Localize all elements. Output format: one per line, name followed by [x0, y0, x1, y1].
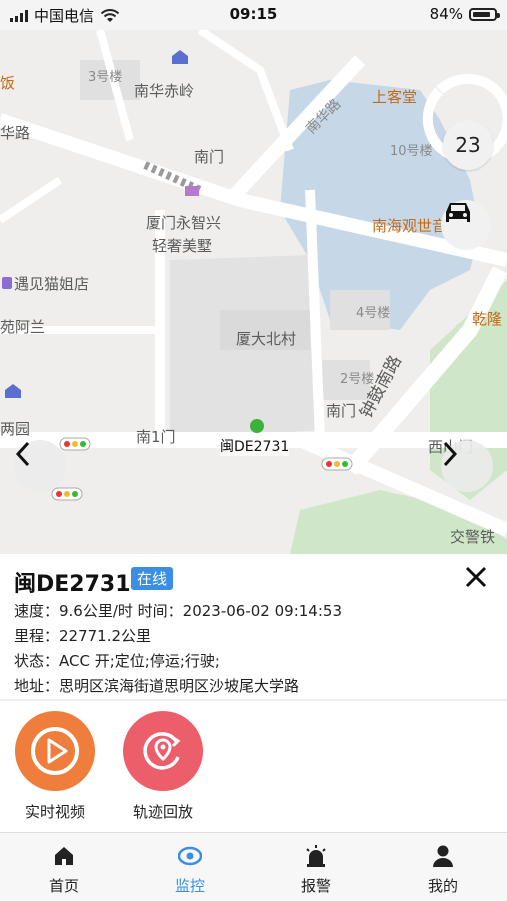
vehicle-plate-title: 闽DE2731 — [14, 572, 131, 597]
prev-vehicle-button[interactable] — [14, 440, 66, 492]
close-icon[interactable] — [463, 564, 489, 590]
tab-home[interactable]: 首页 — [14, 843, 114, 896]
tab-monitor[interactable]: 监控 — [140, 843, 240, 896]
zoom-level-badge[interactable]: 23 — [443, 120, 493, 170]
status-bar: 中国电信 09:15 84% — [0, 0, 507, 30]
mileage-line: 里程：22771.2公里 — [14, 627, 152, 645]
map-label-fan: 饭 — [0, 74, 16, 92]
realtime-video-label: 实时视频 — [24, 803, 85, 821]
map-label-building-4: 4号楼 — [356, 306, 391, 321]
status-badge: 在线 — [131, 567, 174, 590]
vehicle-info-panel: 闽DE2731 在线 速度：9.6公里/时 时间：2023-06-02 09:1… — [0, 554, 507, 699]
map-label-yujian-maojie: 遇见猫姐店 — [14, 275, 90, 293]
vehicle-plate-label: 闽DE2731 — [220, 436, 290, 456]
home-icon — [55, 847, 73, 865]
map-view[interactable]: 饭 3号楼 南华赤岭 上客堂 华路 南华路 南门 10号楼 厦门永智兴 轻奢美墅 南海观世音菩萨 遇见… — [0, 30, 507, 554]
state-line: 状态：ACC 开;定位;停运;行驶; — [14, 652, 220, 670]
next-vehicle-button[interactable] — [441, 440, 493, 492]
map-label-yuanalan: 苑阿兰 — [0, 318, 46, 336]
track-playback-button[interactable]: 轨迹回放 — [113, 711, 213, 822]
tab-mine[interactable]: 我的 — [393, 843, 493, 896]
realtime-video-button[interactable]: 实时视频 — [5, 711, 105, 822]
map-label-xiamen-yongzhixing: 厦门永智兴 — [146, 214, 222, 232]
battery-percent: 84% — [429, 5, 463, 23]
video-play-icon — [15, 711, 95, 791]
map-label-nanhuachiling: 南华赤岭 — [134, 82, 195, 100]
tab-mine-label: 我的 — [427, 877, 458, 895]
car-icon — [446, 203, 470, 222]
tab-alarm-label: 报警 — [300, 877, 331, 895]
chevron-left-icon — [15, 441, 30, 467]
map-label-jiaojingtie: 交警铁 — [450, 528, 496, 546]
map-label-hualu: 华路 — [0, 124, 31, 142]
map-label-nanmen-top: 南门 — [194, 148, 225, 166]
map-label-building-3: 3号楼 — [88, 70, 123, 85]
tab-monitor-label: 监控 — [174, 877, 205, 895]
map-label-nan1men: 南1门 — [136, 428, 176, 446]
map-label-qianlong: 乾隆 — [472, 310, 503, 328]
track-playback-icon — [123, 711, 203, 791]
track-playback-label: 轨迹回放 — [132, 803, 193, 821]
map-label-shangketang: 上客堂 — [372, 88, 418, 106]
alarm-icon — [306, 845, 326, 867]
address-line: 地址：思明区滨海街道思明区沙坡尾大学路 — [14, 677, 300, 695]
vehicle-marker[interactable] — [250, 419, 264, 433]
speed-time-line: 速度：9.6公里/时 时间：2023-06-02 09:14:53 — [14, 602, 342, 620]
map-label-xiada-beicun: 厦大北村 — [236, 330, 297, 348]
user-icon — [433, 845, 453, 867]
tab-home-label: 首页 — [48, 877, 79, 895]
map-label-qingshe-meishu: 轻奢美墅 — [152, 237, 213, 255]
eye-icon — [178, 846, 202, 866]
map-label-nanmen-bottom: 南门 — [326, 402, 357, 420]
battery-icon — [469, 7, 500, 21]
map-label-building-10: 10号楼 — [390, 144, 433, 159]
tab-alarm[interactable]: 报警 — [266, 843, 366, 896]
car-location-button[interactable] — [441, 200, 491, 250]
actions-area: 实时视频 轨迹回放 — [0, 701, 507, 831]
tab-bar: 首页 监控 报警 我的 — [0, 832, 507, 901]
map-label-liangyuan: 两园 — [0, 420, 31, 438]
chevron-right-icon — [443, 441, 458, 467]
